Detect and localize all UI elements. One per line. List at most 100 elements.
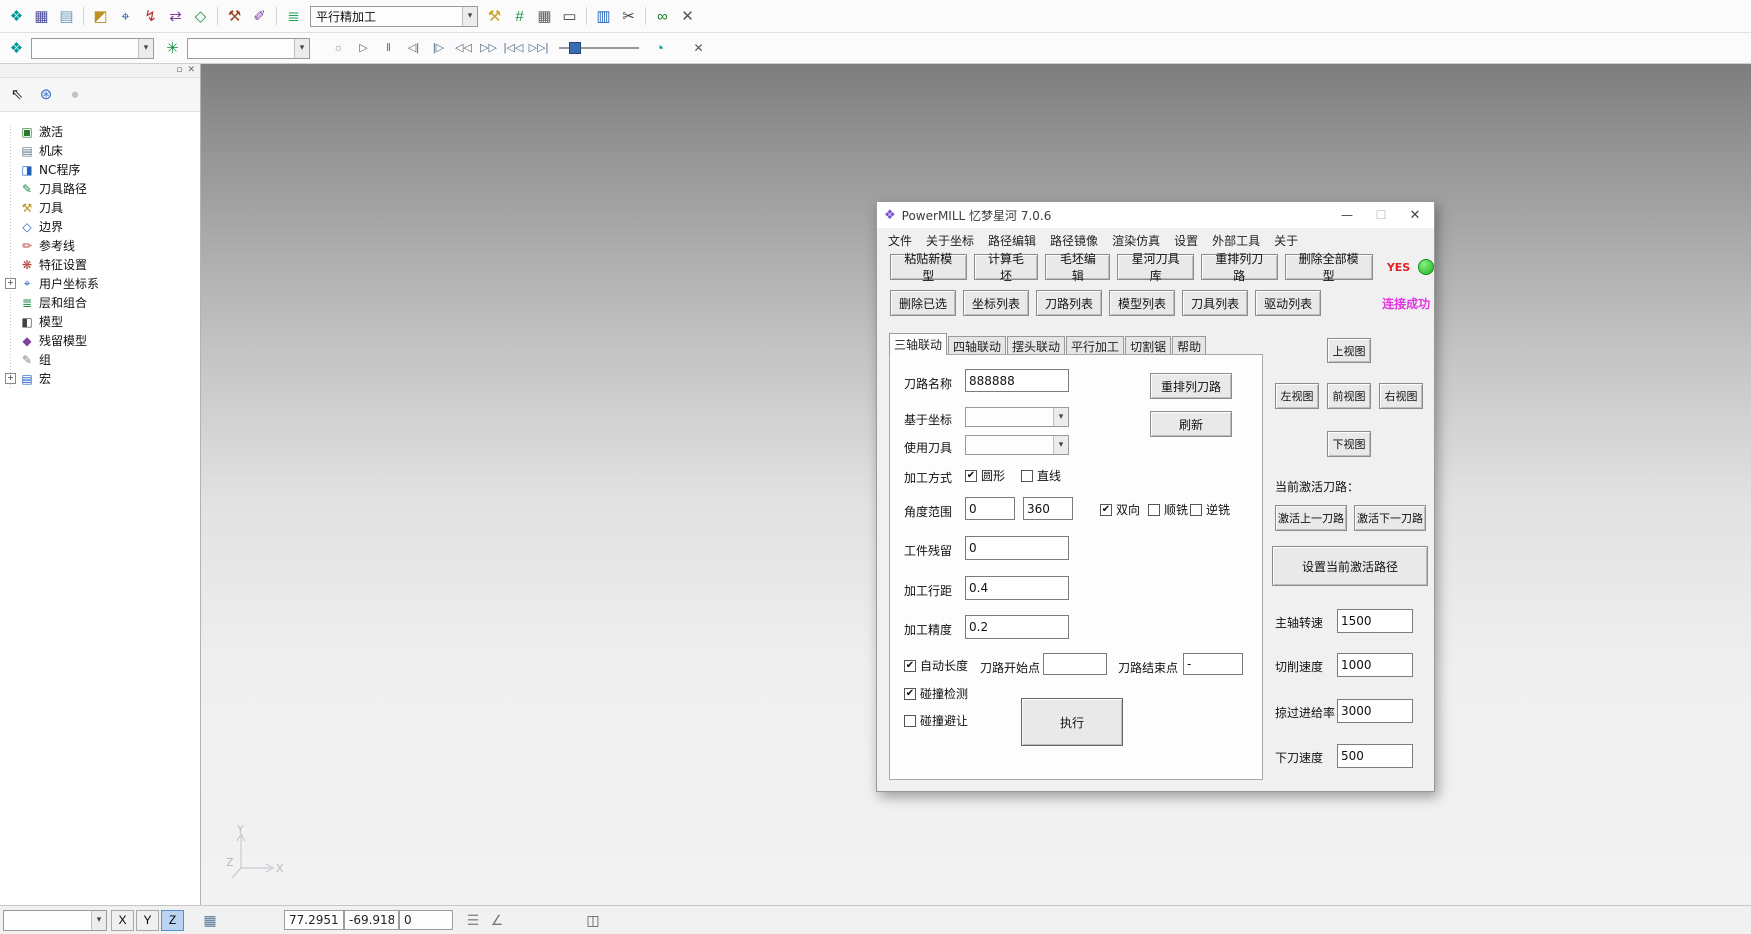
tree-item-activate[interactable]: ▣ 激活: [4, 122, 200, 141]
toolpath-list-button[interactable]: 刀路列表: [1036, 290, 1102, 316]
tree-item-macros[interactable]: ▤ 宏: [4, 369, 200, 388]
tab-swivel-head[interactable]: 摆头联动: [1007, 336, 1065, 355]
maximize-button[interactable]: ☐: [1364, 203, 1398, 227]
stats-icon[interactable]: ▥: [591, 4, 616, 29]
tree-item-levels-sets[interactable]: ≣ 层和组合: [4, 293, 200, 312]
draft-angle-icon[interactable]: ∠: [485, 909, 509, 931]
collision-avoid-checkbox[interactable]: 碰撞避让: [904, 712, 968, 729]
go-end-icon[interactable]: ▷▷|: [526, 36, 551, 61]
menu-path-mirror[interactable]: 路径镜像: [1043, 230, 1105, 250]
lamp-icon[interactable]: ☼: [326, 36, 351, 61]
stock-remain-input[interactable]: [965, 536, 1069, 560]
angle-end-input[interactable]: [1023, 497, 1073, 520]
reorder-toolpaths-button[interactable]: 重排列刀路: [1201, 254, 1278, 280]
statusbar-combobox[interactable]: [3, 910, 107, 931]
simulation-speed-slider[interactable]: [559, 39, 639, 57]
coordinate-x-field[interactable]: [284, 910, 344, 930]
tree-item-stock-models[interactable]: ◆ 残留模型: [4, 331, 200, 350]
tree-item-groups[interactable]: ✎ 组: [4, 350, 200, 369]
expander-icon[interactable]: [4, 372, 17, 385]
paste-new-model-button[interactable]: 粘贴新模型: [890, 254, 967, 280]
menu-external-tools[interactable]: 外部工具: [1205, 230, 1267, 250]
rapid-move-icon[interactable]: ↯: [138, 4, 163, 29]
tab-parallel[interactable]: 平行加工: [1066, 336, 1124, 355]
simulation-toolpath-combobox[interactable]: [31, 38, 154, 59]
panel-grip[interactable]: ▫ ✕: [0, 64, 200, 78]
tree-item-patterns[interactable]: ✏ 参考线: [4, 236, 200, 255]
coordinate-z-field[interactable]: [399, 910, 453, 930]
panel-close-icon[interactable]: ✕: [187, 66, 195, 75]
play-icon[interactable]: ▷: [351, 36, 376, 61]
close-button[interactable]: ✕: [1398, 203, 1432, 227]
go-start-icon[interactable]: |◁◁: [501, 36, 526, 61]
delete-all-models-button[interactable]: 删除全部模型: [1285, 254, 1373, 280]
circle-checkbox[interactable]: ✔ 圆形: [965, 467, 1005, 484]
model-list-button[interactable]: 模型列表: [1109, 290, 1175, 316]
strategy-list-icon[interactable]: ≣: [281, 4, 306, 29]
measure-icon[interactable]: ▭: [557, 4, 582, 29]
expander-icon[interactable]: [4, 277, 17, 290]
select-cursor-icon[interactable]: ⇖: [4, 82, 30, 108]
tool-list-button[interactable]: 刀具列表: [1182, 290, 1248, 316]
panel-float-icon[interactable]: ▫: [176, 66, 182, 75]
y-axis-button[interactable]: Y: [136, 910, 159, 931]
spindle-speed-input[interactable]: [1337, 609, 1413, 633]
pause-icon[interactable]: ‖: [376, 36, 401, 61]
view-top-button[interactable]: 上视图: [1327, 338, 1371, 363]
fast-forward-icon[interactable]: ▷▷: [476, 36, 501, 61]
leads-links-icon[interactable]: ⇄: [163, 4, 188, 29]
fan-icon[interactable]: ✳: [160, 36, 185, 61]
sim-toolbar-close-icon[interactable]: ✕: [686, 36, 711, 61]
menu-file[interactable]: 文件: [881, 230, 919, 250]
start-point-input[interactable]: [1043, 653, 1107, 675]
skim-feed-input[interactable]: [1337, 699, 1413, 723]
tool-library-button[interactable]: 星河刀具库: [1117, 254, 1194, 280]
calc-stock-button[interactable]: 计算毛坯: [974, 254, 1039, 280]
activate-next-button[interactable]: 激活下一刀路: [1354, 505, 1426, 531]
menu-render-sim[interactable]: 渲染仿真: [1105, 230, 1167, 250]
tree-item-workplanes[interactable]: ⌖ 用户坐标系: [4, 274, 200, 293]
view-right-button[interactable]: 右视图: [1379, 383, 1423, 409]
binoculars-icon[interactable]: ∞: [650, 4, 675, 29]
tree-item-tools[interactable]: ⚒ 刀具: [4, 198, 200, 217]
tree-item-feature-sets[interactable]: ❋ 特征设置: [4, 255, 200, 274]
list-icon[interactable]: ☰: [461, 909, 485, 931]
slider-handle[interactable]: [569, 42, 581, 54]
pattern-icon[interactable]: ✐: [247, 4, 272, 29]
save-icon[interactable]: ▦: [29, 4, 54, 29]
tool-icon[interactable]: ⚒: [222, 4, 247, 29]
tab-3axis[interactable]: 三轴联动: [889, 333, 947, 355]
coord-list-button[interactable]: 坐标列表: [963, 290, 1029, 316]
menu-path-edit[interactable]: 路径编辑: [981, 230, 1043, 250]
toolbar-close-icon[interactable]: ✕: [675, 4, 700, 29]
set-active-path-button[interactable]: 设置当前激活路径: [1272, 546, 1428, 586]
grid-toggle-icon[interactable]: ▦: [198, 909, 222, 931]
tool-gold-icon[interactable]: ⚒: [482, 4, 507, 29]
tree-item-toolpaths[interactable]: ✎ 刀具路径: [4, 179, 200, 198]
rewind-icon[interactable]: ◁◁: [451, 36, 476, 61]
x-axis-button[interactable]: X: [111, 910, 134, 931]
clock-icon[interactable]: ◔: [647, 36, 672, 61]
tree-item-machine[interactable]: ▤ 机床: [4, 141, 200, 160]
block-icon[interactable]: ◩: [88, 4, 113, 29]
use-tool-combobox[interactable]: [965, 435, 1069, 455]
boundary-icon[interactable]: ◇: [188, 4, 213, 29]
auto-length-checkbox[interactable]: ✔ 自动长度: [904, 657, 968, 674]
refresh-button[interactable]: 刷新: [1150, 411, 1232, 437]
strategy-combobox[interactable]: 平行精加工: [310, 6, 478, 27]
collision-check-checkbox[interactable]: ✔ 碰撞检测: [904, 685, 968, 702]
drive-list-button[interactable]: 驱动列表: [1255, 290, 1321, 316]
workplane-icon[interactable]: ⌖: [113, 4, 138, 29]
z-axis-button[interactable]: Z: [161, 910, 184, 931]
tab-help[interactable]: 帮助: [1172, 336, 1206, 355]
tab-4axis[interactable]: 四轴联动: [948, 336, 1006, 355]
grid-icon[interactable]: #: [507, 4, 532, 29]
toolpath-name-input[interactable]: [965, 369, 1069, 392]
reorder-toolpaths-form-button[interactable]: 重排列刀路: [1150, 373, 1232, 399]
step-back-icon[interactable]: ◁|: [401, 36, 426, 61]
tree-item-models[interactable]: ◧ 模型: [4, 312, 200, 331]
view-front-button[interactable]: 前视图: [1327, 383, 1371, 409]
angle-start-input[interactable]: [965, 497, 1015, 520]
climb-checkbox[interactable]: 顺铣: [1148, 501, 1188, 518]
menu-about-coords[interactable]: 关于坐标: [919, 230, 981, 250]
